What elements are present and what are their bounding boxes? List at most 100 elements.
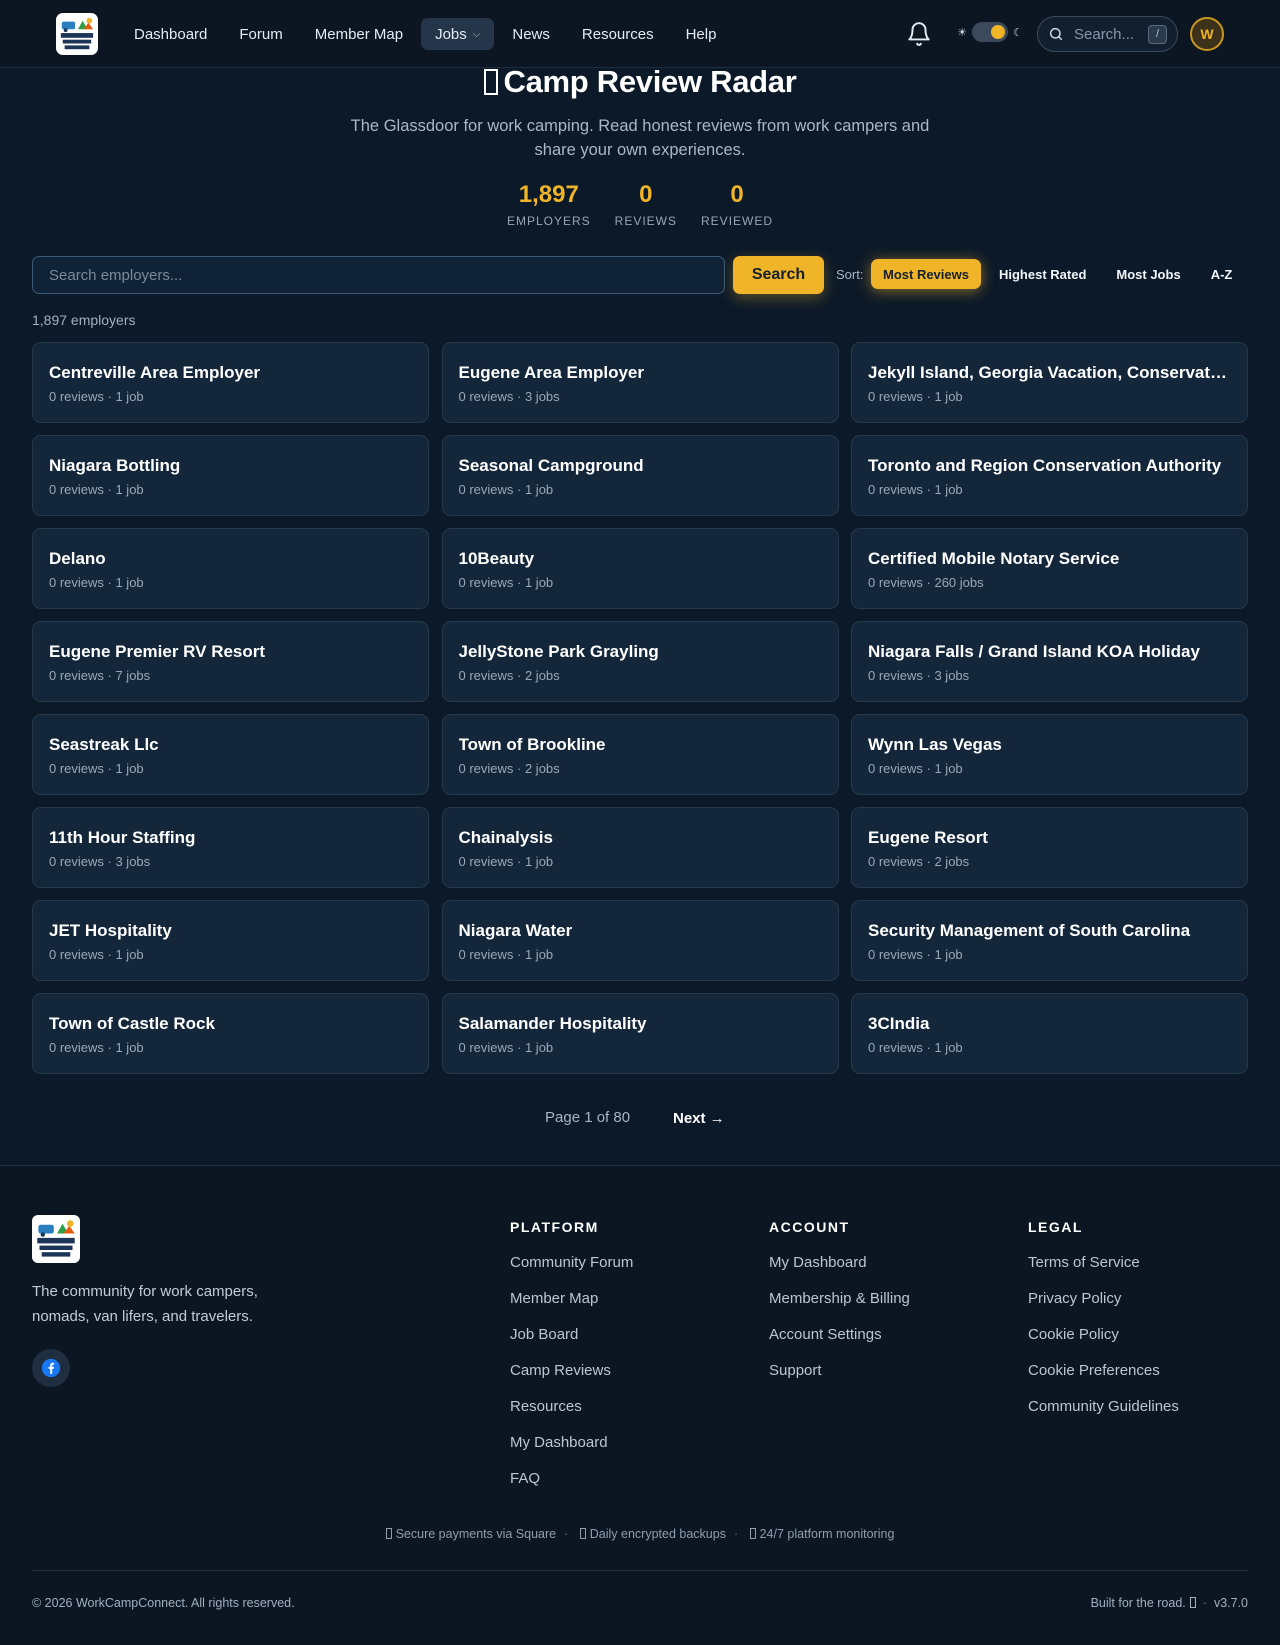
- facebook-icon: [41, 1358, 61, 1378]
- employer-card[interactable]: Seasonal Campground 0 reviews · 1 job: [441, 435, 839, 516]
- footer-link-resources[interactable]: Resources: [510, 1397, 633, 1433]
- sort-label: Sort:: [836, 267, 864, 282]
- employer-card[interactable]: 10Beauty 0 reviews · 1 job: [441, 528, 839, 609]
- search-shortcut-key: /: [1148, 24, 1167, 44]
- stat-reviews-label: REVIEWS: [614, 214, 678, 228]
- employer-name: Town of Castle Rock: [49, 1014, 215, 1033]
- employer-card[interactable]: Seastreak Llc 0 reviews · 1 job: [32, 714, 429, 795]
- footer-link-support[interactable]: Support: [769, 1361, 910, 1397]
- sort-most-jobs[interactable]: Most Jobs: [1104, 259, 1192, 289]
- employer-card[interactable]: Delano 0 reviews · 1 job: [32, 528, 429, 609]
- sort-highest-rated[interactable]: Highest Rated: [987, 259, 1098, 289]
- global-search-placeholder: Search...: [1074, 25, 1135, 43]
- employer-name: Niagara Falls / Grand Island KOA Holiday: [868, 642, 1200, 661]
- nav-jobs-dropdown[interactable]: Jobs ⌵: [421, 18, 495, 50]
- stat-reviewed-label: REVIEWED: [701, 214, 774, 228]
- employer-card[interactable]: Eugene Resort 0 reviews · 2 jobs: [851, 807, 1248, 888]
- footer-link-terms[interactable]: Terms of Service: [1028, 1253, 1179, 1289]
- notification-bell-icon[interactable]: [906, 21, 932, 47]
- nav-jobs-label: Jobs: [435, 25, 467, 43]
- footer-logo[interactable]: [32, 1215, 80, 1263]
- employer-meta: 0 reviews · 1 job: [868, 947, 963, 962]
- toggle-knob: [991, 25, 1005, 39]
- page-subtitle: The Glassdoor for work camping. Read hon…: [350, 117, 930, 159]
- employer-name: JellyStone Park Grayling: [458, 642, 659, 661]
- site-logo[interactable]: [56, 13, 98, 55]
- employer-card[interactable]: Eugene Area Employer 0 reviews · 3 jobs: [441, 342, 839, 423]
- employer-card[interactable]: Jekyll Island, Georgia Vacation, Conserv…: [851, 342, 1248, 423]
- footer-link-community-forum[interactable]: Community Forum: [510, 1253, 633, 1289]
- employer-meta: 0 reviews · 7 jobs: [49, 668, 151, 683]
- footer-link-my-dashboard[interactable]: My Dashboard: [769, 1253, 910, 1289]
- employer-meta: 0 reviews · 1 job: [49, 389, 144, 404]
- footer-link-cookie-preferences[interactable]: Cookie Preferences: [1028, 1361, 1179, 1397]
- employer-card[interactable]: Certified Mobile Notary Service 0 reviews…: [851, 528, 1248, 609]
- employer-card[interactable]: Chainalysis 0 reviews · 1 job: [441, 807, 839, 888]
- footer-tagline: The community for work campers, nomads, …: [32, 1283, 258, 1325]
- employer-card[interactable]: JET Hospitality 0 reviews · 1 job: [32, 900, 429, 981]
- chevron-down-icon: ⌵: [472, 28, 481, 40]
- backup-icon: [579, 1528, 586, 1539]
- employer-card[interactable]: 11th Hour Staffing 0 reviews · 3 jobs: [32, 807, 429, 888]
- employer-card[interactable]: Centreville Area Employer 0 reviews · 1 j…: [32, 342, 429, 423]
- footer-link-privacy[interactable]: Privacy Policy: [1028, 1289, 1179, 1325]
- footer-link-community-guidelines[interactable]: Community Guidelines: [1028, 1397, 1179, 1433]
- footer-link-job-board[interactable]: Job Board: [510, 1325, 633, 1361]
- sort-most-reviews[interactable]: Most Reviews: [871, 259, 981, 289]
- search-button[interactable]: Search: [733, 256, 824, 294]
- user-avatar[interactable]: W: [1190, 17, 1224, 51]
- sort-options: Most Reviews Highest Rated Most Jobs A-Z: [871, 259, 1244, 289]
- facebook-link[interactable]: [32, 1349, 70, 1387]
- nav-news[interactable]: News: [498, 18, 564, 50]
- copyright: © 2026 WorkCampConnect. All rights reser…: [32, 1596, 295, 1610]
- employer-card[interactable]: Town of Castle Rock 0 reviews · 1 job: [32, 993, 429, 1074]
- employer-name: Jekyll Island, Georgia Vacation, Conserv…: [868, 363, 1231, 382]
- employer-name: Centreville Area Employer: [49, 363, 261, 382]
- footer-link-camp-reviews[interactable]: Camp Reviews: [510, 1361, 633, 1397]
- next-page-button[interactable]: Next →: [673, 1110, 725, 1127]
- sort-a-z[interactable]: A-Z: [1199, 259, 1245, 289]
- nav-help[interactable]: Help: [672, 18, 731, 50]
- employer-search-input[interactable]: [32, 256, 725, 294]
- stat-reviewed: 0 REVIEWED: [689, 180, 785, 228]
- employer-card[interactable]: Niagara Falls / Grand Island KOA Holiday…: [851, 621, 1248, 702]
- footer-col-platform: PLATFORM Community Forum Member Map Job …: [510, 1215, 633, 1505]
- employer-meta: 0 reviews · 1 job: [458, 947, 554, 962]
- nav-dashboard[interactable]: Dashboard: [120, 18, 221, 50]
- footer-link-cookie-policy[interactable]: Cookie Policy: [1028, 1325, 1179, 1361]
- employer-card[interactable]: JellyStone Park Grayling 0 reviews · 2 jo…: [441, 621, 839, 702]
- employer-card[interactable]: Eugene Premier RV Resort 0 reviews · 7 jo…: [32, 621, 429, 702]
- employer-grid: Centreville Area Employer 0 reviews · 1 j…: [32, 342, 1248, 1074]
- footer-link-member-map[interactable]: Member Map: [510, 1289, 633, 1325]
- employer-card[interactable]: Toronto and Region Conservation Authorit…: [851, 435, 1248, 516]
- employer-name: JET Hospitality: [49, 921, 172, 940]
- footer-link-my-dashboard[interactable]: My Dashboard: [510, 1433, 633, 1469]
- nav-member-map[interactable]: Member Map: [301, 18, 417, 50]
- nav-forum[interactable]: Forum: [225, 18, 296, 50]
- employer-card[interactable]: Salamander Hospitality 0 reviews · 1 job: [441, 993, 839, 1074]
- nav-resources[interactable]: Resources: [568, 18, 668, 50]
- pagination-status: Page 1 of 80: [545, 1109, 631, 1126]
- footer-col-title: ACCOUNT: [769, 1219, 850, 1235]
- main-nav: Dashboard Forum Member Map Jobs ⌵ News Re…: [120, 18, 730, 50]
- employer-name: Salamander Hospitality: [458, 1014, 647, 1033]
- employer-meta: 0 reviews · 2 jobs: [458, 668, 560, 683]
- employer-card[interactable]: Niagara Bottling 0 reviews · 1 job: [32, 435, 429, 516]
- employer-meta: 0 reviews · 3 jobs: [49, 854, 151, 869]
- employer-card[interactable]: 3CIndia 0 reviews · 1 job: [851, 993, 1248, 1074]
- footer-link-membership-billing[interactable]: Membership & Billing: [769, 1289, 910, 1325]
- global-search[interactable]: Search... /: [1037, 16, 1178, 52]
- employer-meta: 0 reviews · 1 job: [49, 761, 144, 776]
- stat-employers-label: EMPLOYERS: [506, 214, 591, 228]
- employer-name: Wynn Las Vegas: [868, 735, 1002, 754]
- employer-name: Eugene Premier RV Resort: [49, 642, 266, 661]
- theme-toggle[interactable]: [972, 22, 1008, 42]
- top-navbar: Dashboard Forum Member Map Jobs ⌵ News Re…: [0, 0, 1280, 68]
- employer-card[interactable]: Town of Brookline 0 reviews · 2 jobs: [441, 714, 839, 795]
- employer-card[interactable]: Security Management of South Carolina 0 r…: [851, 900, 1248, 981]
- footer-link-faq[interactable]: FAQ: [510, 1469, 633, 1505]
- employer-name: Chainalysis: [458, 828, 554, 847]
- employer-card[interactable]: Wynn Las Vegas 0 reviews · 1 job: [851, 714, 1248, 795]
- footer-link-account-settings[interactable]: Account Settings: [769, 1325, 910, 1361]
- employer-card[interactable]: Niagara Water 0 reviews · 1 job: [441, 900, 839, 981]
